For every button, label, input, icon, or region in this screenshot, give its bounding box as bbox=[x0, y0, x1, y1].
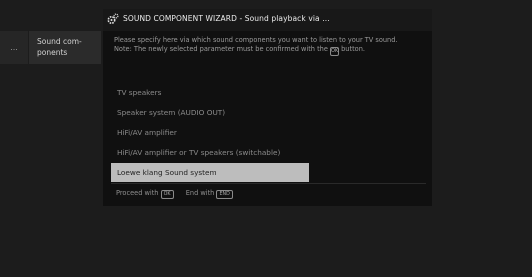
note-text-after: button. bbox=[341, 45, 365, 54]
option-loewe-klang-sound-system[interactable]: Loewe klang Sound system bbox=[111, 163, 309, 182]
side-menu-prev-item[interactable]: ... bbox=[0, 31, 28, 64]
option-label: Speaker system (AUDIO OUT) bbox=[117, 108, 226, 117]
wizard-title: SOUND COMPONENT WIZARD - Sound playback … bbox=[123, 14, 330, 23]
option-tv-speakers[interactable]: TV speakers bbox=[111, 83, 309, 103]
ok-button-icon[interactable]: OK bbox=[160, 190, 174, 199]
wizard-footer: Proceed with OK End with END bbox=[116, 189, 233, 199]
wizard-description: Please specify here via which sound comp… bbox=[114, 36, 426, 57]
wizard-header: SOUND COMPONENT WIZARD - Sound playback … bbox=[103, 9, 432, 31]
ok-key-icon: OK bbox=[330, 47, 340, 57]
option-label: Loewe klang Sound system bbox=[117, 168, 217, 177]
option-hifi-av-or-tv-speakers[interactable]: HiFi/AV amplifier or TV speakers (switch… bbox=[111, 143, 309, 163]
footer-divider bbox=[111, 183, 426, 184]
end-key-label: END bbox=[219, 192, 230, 197]
tv-screen: ... Sound com- ponents SOUND COMPONENT W… bbox=[0, 0, 532, 277]
option-label: HiFi/AV amplifier or TV speakers (switch… bbox=[117, 148, 281, 157]
side-menu-item-label-line2: ponents bbox=[37, 48, 68, 57]
description-note: Note: The newly selected parameter must … bbox=[114, 45, 426, 57]
option-label: TV speakers bbox=[117, 88, 162, 97]
side-menu-item-label-line1: Sound com- bbox=[37, 37, 82, 46]
gear-icon bbox=[107, 13, 119, 25]
option-hifi-av-amplifier[interactable]: HiFi/AV amplifier bbox=[111, 123, 309, 143]
side-menu-prev-label: ... bbox=[10, 43, 18, 52]
option-label: HiFi/AV amplifier bbox=[117, 128, 177, 137]
option-speaker-system[interactable]: Speaker system (AUDIO OUT) bbox=[111, 103, 309, 123]
ok-key-label: OK bbox=[331, 48, 339, 55]
sound-options-list: TV speakers Speaker system (AUDIO OUT) H… bbox=[111, 83, 309, 182]
end-button-icon[interactable]: END bbox=[216, 190, 233, 199]
proceed-key-label: OK bbox=[163, 192, 171, 197]
end-label: End with bbox=[185, 189, 215, 197]
side-menu: ... Sound com- ponents bbox=[0, 31, 102, 64]
proceed-label: Proceed with bbox=[116, 189, 159, 197]
note-text-before: Note: The newly selected parameter must … bbox=[114, 45, 328, 54]
sound-component-wizard: SOUND COMPONENT WIZARD - Sound playback … bbox=[103, 9, 432, 206]
description-text: Please specify here via which sound comp… bbox=[114, 36, 398, 44]
side-menu-item-sound-components[interactable]: Sound com- ponents bbox=[29, 31, 101, 64]
